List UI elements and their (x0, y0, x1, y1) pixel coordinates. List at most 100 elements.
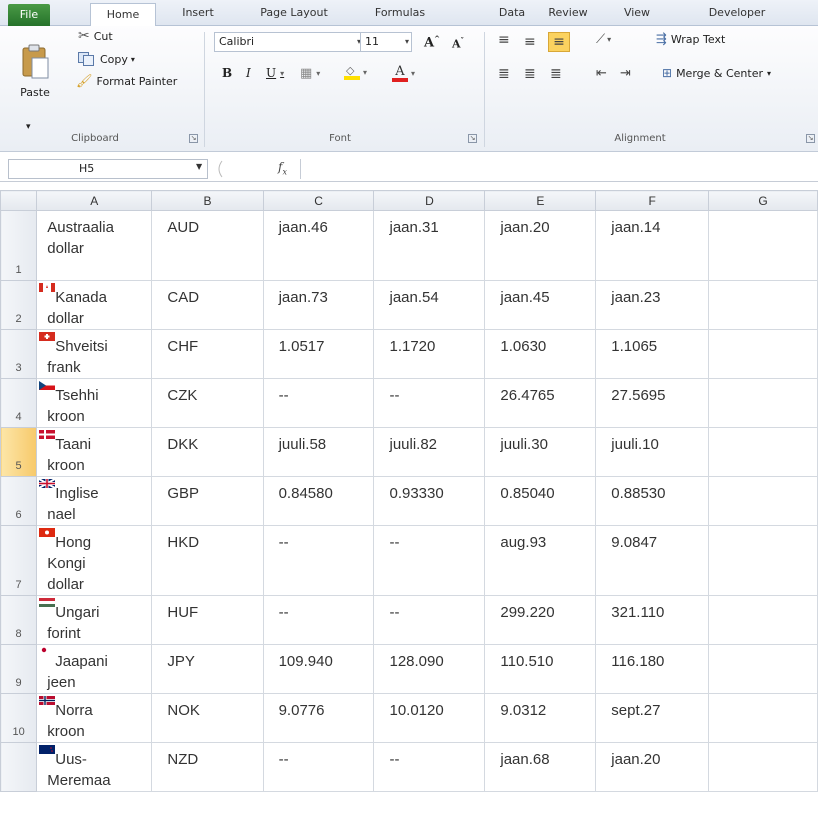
cell-currency-name[interactable]: Tsehhi kroon (36, 378, 153, 428)
clipboard-launcher-icon[interactable]: ↘ (189, 134, 198, 143)
cell-currency-name[interactable]: Inglise nael (36, 476, 153, 526)
cell-currency-name[interactable]: Hong Kongi dollar (36, 525, 153, 596)
cell-value-d[interactable]: -- (373, 378, 486, 428)
cell-value-e[interactable]: 110.510 (484, 644, 597, 694)
column-header-a[interactable]: A (36, 190, 153, 211)
formula-input[interactable] (300, 159, 818, 179)
cell-value-d[interactable]: juuli.82 (373, 427, 486, 477)
merge-center-button[interactable]: ⊞ Merge & Center ▾ (662, 66, 771, 80)
cell-currency-code[interactable]: CZK (151, 378, 264, 428)
cell-value-f[interactable]: 1.1065 (595, 329, 710, 379)
cell-value-f[interactable]: jaan.23 (595, 280, 710, 330)
tab-review[interactable]: Review (534, 0, 602, 26)
cell-value-d[interactable]: 1.1720 (373, 329, 486, 379)
cell-empty-g[interactable] (708, 329, 818, 379)
cell-currency-name[interactable]: Jaapani jeen (36, 644, 153, 694)
cell-value-d[interactable]: -- (373, 595, 486, 645)
row-header[interactable]: 9 (0, 644, 38, 694)
chevron-down-icon[interactable]: ▼ (196, 162, 202, 171)
insert-function-icon[interactable]: fx (278, 160, 287, 176)
cell-value-c[interactable]: jaan.73 (262, 280, 375, 330)
cell-currency-name[interactable]: Austraalia dollar (36, 210, 153, 281)
column-header-e[interactable]: E (484, 190, 597, 211)
italic-button[interactable]: I (246, 66, 251, 80)
cell-value-c[interactable]: jaan.46 (262, 210, 375, 281)
tab-formulas[interactable]: Formulas (366, 0, 434, 26)
cell-currency-name[interactable]: Ungari forint (36, 595, 153, 645)
align-bottom-button[interactable]: ≡ (548, 32, 570, 52)
row-header[interactable]: 8 (0, 595, 38, 645)
cell-currency-name[interactable]: Shveitsi frank (36, 329, 153, 379)
tab-view[interactable]: View (612, 0, 662, 26)
select-all-corner[interactable] (0, 190, 38, 211)
cell-value-d[interactable]: 10.0120 (373, 693, 486, 743)
align-middle-button[interactable]: ≡ (524, 34, 536, 50)
row-header[interactable]: 2 (0, 280, 38, 330)
cell-value-f[interactable]: 0.88530 (595, 476, 710, 526)
cell-currency-code[interactable]: GBP (151, 476, 264, 526)
cell-currency-code[interactable]: NOK (151, 693, 264, 743)
row-header[interactable] (0, 742, 38, 792)
cell-currency-code[interactable]: HUF (151, 595, 264, 645)
cell-currency-code[interactable]: CHF (151, 329, 264, 379)
alignment-launcher-icon[interactable]: ↘ (806, 134, 815, 143)
cell-value-e[interactable]: juuli.30 (484, 427, 597, 477)
row-header[interactable]: 10 (0, 693, 38, 743)
cell-currency-name[interactable]: Uus- Meremaa (36, 742, 153, 792)
row-header[interactable]: 1 (0, 210, 38, 281)
row-header[interactable]: 7 (0, 525, 38, 596)
cell-value-c[interactable]: 0.84580 (262, 476, 375, 526)
cell-value-f[interactable]: juuli.10 (595, 427, 710, 477)
cell-value-e[interactable]: jaan.68 (484, 742, 597, 792)
tab-page-layout[interactable]: Page Layout (248, 0, 340, 26)
cell-empty-g[interactable] (708, 378, 818, 428)
cell-value-c[interactable]: -- (262, 595, 375, 645)
cell-value-c[interactable]: -- (262, 378, 375, 428)
cell-value-f[interactable]: jaan.14 (595, 210, 710, 281)
cut-button[interactable]: ✂ Cut (78, 28, 113, 44)
cell-value-d[interactable]: jaan.54 (373, 280, 486, 330)
cell-empty-g[interactable] (708, 644, 818, 694)
cell-currency-code[interactable]: NZD (151, 742, 264, 792)
format-painter-button[interactable]: 🖌 Format Painter (76, 74, 177, 89)
cell-empty-g[interactable] (708, 595, 818, 645)
orientation-button[interactable]: ⟋ ▾ (596, 32, 611, 47)
cell-empty-g[interactable] (708, 280, 818, 330)
cell-currency-code[interactable]: DKK (151, 427, 264, 477)
cell-value-c[interactable]: 9.0776 (262, 693, 375, 743)
tab-file[interactable]: File (8, 4, 50, 26)
cell-empty-g[interactable] (708, 427, 818, 477)
cell-currency-code[interactable]: JPY (151, 644, 264, 694)
cell-value-c[interactable]: 1.0517 (262, 329, 375, 379)
cell-empty-g[interactable] (708, 210, 818, 281)
cell-empty-g[interactable] (708, 742, 818, 792)
column-header-f[interactable]: F (595, 190, 710, 211)
cell-value-e[interactable]: jaan.45 (484, 280, 597, 330)
cell-value-c[interactable]: 109.940 (262, 644, 375, 694)
cell-value-e[interactable]: 9.0312 (484, 693, 597, 743)
font-size-combo[interactable]: 11 ▾ (360, 32, 412, 52)
cell-value-d[interactable]: jaan.31 (373, 210, 486, 281)
cell-value-f[interactable]: 27.5695 (595, 378, 710, 428)
tab-data[interactable]: Data (492, 0, 532, 26)
wrap-text-button[interactable]: ⇶ Wrap Text (656, 32, 725, 47)
row-header[interactable]: 4 (0, 378, 38, 428)
name-box[interactable]: H5 (8, 159, 208, 179)
align-center-button[interactable]: ≣ (524, 66, 536, 82)
column-header-d[interactable]: D (373, 190, 486, 211)
decrease-indent-button[interactable]: ⇤ (596, 66, 607, 81)
font-color-button[interactable]: A ▾ (392, 64, 415, 82)
grow-font-button[interactable]: A^ (424, 34, 440, 50)
align-right-button[interactable]: ≣ (550, 66, 562, 82)
cell-value-f[interactable]: 321.110 (595, 595, 710, 645)
align-top-button[interactable]: ≡ (498, 32, 510, 48)
column-header-g[interactable]: G (708, 190, 818, 211)
cell-value-f[interactable]: 9.0847 (595, 525, 710, 596)
cell-currency-code[interactable]: HKD (151, 525, 264, 596)
borders-button[interactable]: ▦ ▾ (300, 66, 320, 81)
cell-empty-g[interactable] (708, 476, 818, 526)
cell-value-d[interactable]: -- (373, 742, 486, 792)
font-launcher-icon[interactable]: ↘ (468, 134, 477, 143)
shrink-font-button[interactable]: Aˇ (452, 36, 464, 51)
increase-indent-button[interactable]: ⇥ (620, 66, 631, 81)
